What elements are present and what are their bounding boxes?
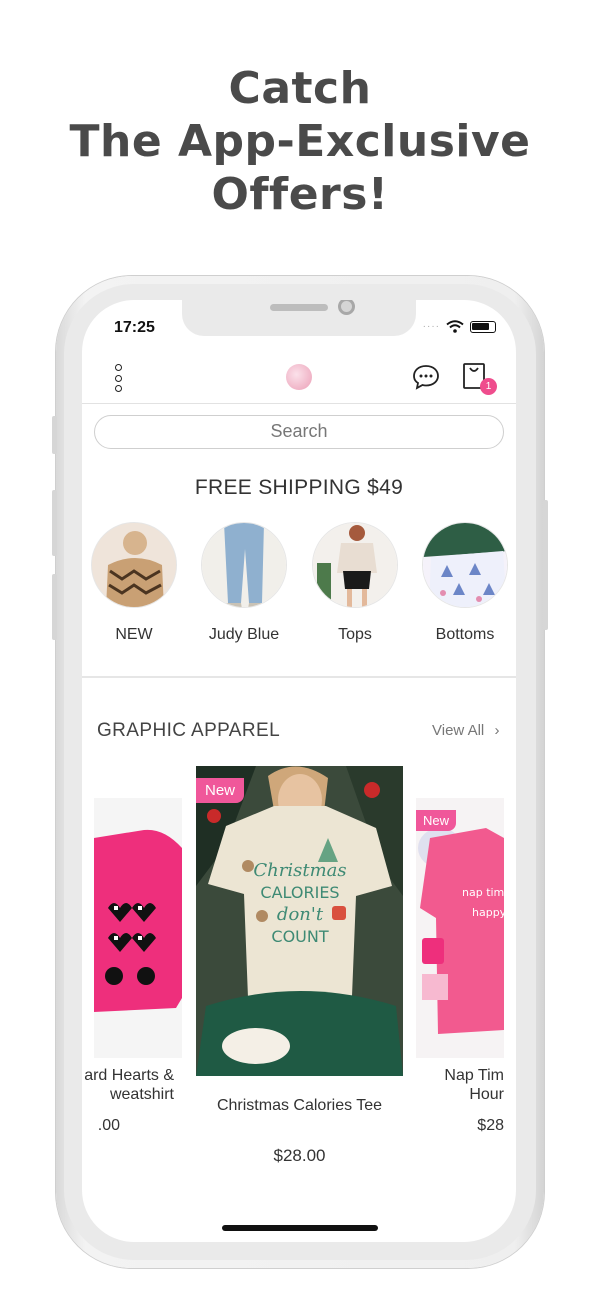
- chevron-right-icon: ›: [494, 722, 500, 739]
- category-tops-image: [312, 522, 398, 608]
- menu-icon[interactable]: [112, 364, 124, 392]
- headline-line-1: Catch: [228, 63, 372, 114]
- signal-icon: ····: [422, 321, 440, 332]
- shirt-print-line-2: CALORIES: [260, 883, 339, 902]
- category-tops-label: Tops: [338, 626, 372, 643]
- status-time: 17:25: [114, 319, 155, 336]
- category-bottoms-label: Bottoms: [435, 626, 495, 643]
- front-camera: [338, 300, 355, 315]
- headline-line-3: Offers!: [211, 169, 389, 220]
- product-name: Nap Tim Hour: [426, 1066, 504, 1104]
- phone-screen: 17:25 ···· 1 Search FREE SHIPPING $49 NE…: [82, 300, 516, 1242]
- free-shipping-banner: FREE SHIPPING $49: [194, 476, 404, 499]
- shirt-print-line-2: happy: [472, 906, 504, 919]
- category-new-label: NEW: [115, 626, 153, 643]
- product-image: Christmas CALORIES don't COUNT: [196, 766, 403, 1076]
- home-indicator[interactable]: [222, 1225, 378, 1231]
- power-button: [543, 500, 548, 630]
- chat-icon[interactable]: [412, 364, 440, 390]
- view-all-label: View All: [432, 722, 485, 739]
- search-input[interactable]: Search: [94, 415, 504, 449]
- new-badge: New: [416, 810, 457, 831]
- product-name: Christmas Calories Tee: [216, 1097, 383, 1114]
- brand-logo-icon[interactable]: [286, 364, 312, 390]
- product-price: $28: [477, 1117, 504, 1134]
- headline-line-2: The App-Exclusive: [69, 116, 531, 167]
- notch: [182, 300, 416, 336]
- product-price: .00: [97, 1117, 120, 1134]
- category-judy-blue-image: [201, 522, 287, 608]
- product-image: nap tim happy: [416, 798, 504, 1058]
- new-badge: New: [196, 778, 245, 803]
- product-name-line-2: Hour: [469, 1086, 504, 1103]
- cart-count-badge: 1: [480, 378, 497, 395]
- section-divider: [82, 676, 516, 678]
- battery-icon: [470, 320, 496, 333]
- category-judy-blue-label: Judy Blue: [208, 626, 280, 643]
- category-new-image: [91, 522, 177, 608]
- volume-down-button: [52, 574, 57, 640]
- category-tops[interactable]: Tops: [310, 522, 400, 644]
- product-name: ard Hearts & weatshirt: [82, 1066, 174, 1104]
- product-name-line-1: ard Hearts &: [84, 1067, 174, 1084]
- product-image: [94, 798, 182, 1058]
- wifi-icon: [446, 320, 464, 333]
- shirt-print-line-4: COUNT: [271, 927, 328, 946]
- product-name-line-1: Nap Tim: [444, 1067, 504, 1084]
- category-judy-blue[interactable]: Judy Blue: [199, 522, 289, 644]
- shirt-print-line-1: nap tim: [462, 886, 504, 899]
- category-new[interactable]: NEW: [89, 522, 179, 644]
- shirt-print-line-3: don't: [277, 904, 324, 925]
- header-divider: [82, 403, 516, 404]
- mute-switch: [52, 416, 57, 454]
- volume-up-button: [52, 490, 57, 556]
- product-price: $28.00: [273, 1146, 326, 1165]
- promo-headline: Catch The App-Exclusive Offers!: [0, 62, 600, 221]
- category-bottoms[interactable]: Bottoms: [420, 522, 510, 644]
- category-bottoms-image: [422, 522, 508, 608]
- speaker: [270, 304, 328, 311]
- product-name-line-2: weatshirt: [109, 1086, 174, 1103]
- section-title: GRAPHIC APPAREL: [97, 720, 281, 741]
- shirt-print-line-1: Christmas: [253, 860, 346, 881]
- view-all-link[interactable]: View All ›: [432, 722, 499, 739]
- status-icons: ····: [423, 320, 496, 333]
